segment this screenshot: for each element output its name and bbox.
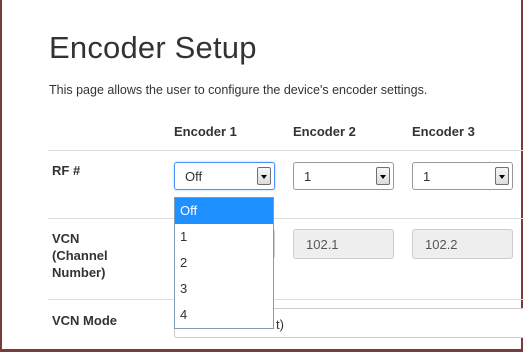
row-divider (48, 150, 523, 151)
vcn-label-line-2: (Channel (52, 248, 108, 263)
vcn-mode-value: t) (276, 317, 284, 332)
vcn-label: VCN (Channel Number) (52, 230, 108, 281)
encoder-1-rf-value: Off (185, 169, 203, 184)
encoder-3-rf-value: 1 (423, 169, 431, 184)
page-title: Encoder Setup (49, 30, 257, 65)
dropdown-option-off[interactable]: Off (175, 198, 273, 224)
encoder-1-rf-select[interactable]: Off (174, 162, 275, 190)
vcn-label-line-3: Number) (52, 265, 106, 280)
column-header-encoder-3: Encoder 3 (412, 124, 475, 139)
rf-label: RF # (52, 163, 81, 178)
encoder-2-vcn-input: 102.1 (293, 229, 394, 259)
encoder-2-rf-value: 1 (304, 169, 312, 184)
chevron-down-icon (261, 175, 267, 179)
column-header-encoder-2: Encoder 2 (293, 124, 356, 139)
encoder-2-rf-select[interactable]: 1 (293, 162, 394, 190)
encoder-3-vcn-input: 102.2 (412, 229, 513, 259)
chevron-down-icon (499, 175, 505, 179)
dropdown-arrow-button[interactable] (257, 167, 271, 185)
chevron-down-icon (380, 175, 386, 179)
dropdown-option-1[interactable]: 1 (175, 224, 273, 250)
window-frame-left (0, 0, 2, 352)
dropdown-arrow-button[interactable] (376, 167, 390, 185)
row-divider (48, 218, 523, 219)
dropdown-option-4[interactable]: 4 (175, 302, 273, 328)
column-header-encoder-1: Encoder 1 (174, 124, 237, 139)
vcn-mode-label: VCN Mode (52, 313, 117, 328)
encoder-3-rf-select[interactable]: 1 (412, 162, 513, 190)
row-divider (48, 299, 523, 300)
dropdown-arrow-button[interactable] (495, 167, 509, 185)
vcn-label-line-1: VCN (52, 231, 80, 246)
encoder-3-vcn-value: 102.2 (425, 237, 458, 252)
encoder-2-vcn-value: 102.1 (306, 237, 339, 252)
rf-dropdown-list[interactable]: Off 1 2 3 4 (174, 197, 274, 329)
page-description: This page allows the user to configure t… (49, 83, 428, 97)
dropdown-option-2[interactable]: 2 (175, 250, 273, 276)
dropdown-option-3[interactable]: 3 (175, 276, 273, 302)
